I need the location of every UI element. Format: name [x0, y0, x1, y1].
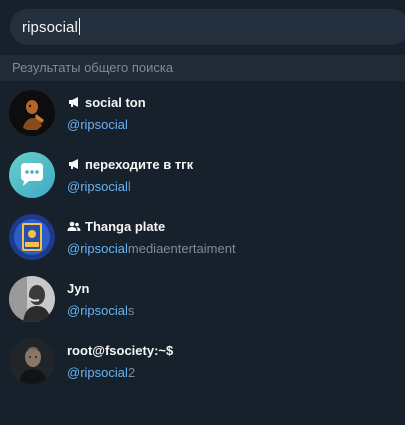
list-item[interactable]: social ton @ripsocial — [0, 82, 405, 144]
result-username: @ripsocial — [67, 117, 128, 132]
megaphone-icon — [67, 157, 81, 171]
username-match: @ripsocial — [67, 241, 128, 256]
username-rest: mediaentertaiment — [127, 241, 236, 256]
list-item[interactable]: Thanga plate @ripsocialmediaentertaiment — [0, 206, 405, 268]
username-match: @ripsocial — [67, 179, 128, 194]
text-caret — [78, 18, 80, 35]
username-match: @ripsocial — [67, 365, 128, 380]
search-query-text: ripsocial — [22, 18, 80, 36]
avatar — [9, 276, 55, 322]
group-icon — [67, 219, 81, 233]
result-title-text: переходите в тгк — [85, 156, 194, 172]
list-item[interactable]: Jyn @ripsocials — [0, 268, 405, 330]
section-header: Результаты общего поиска — [0, 55, 405, 81]
result-username: @ripsociall — [67, 179, 131, 194]
search-input[interactable]: ripsocial — [10, 9, 405, 45]
result-title-text: Jyn — [67, 280, 90, 296]
results-list: social ton @ripsocial переходите в тгк @… — [0, 82, 405, 392]
avatar — [9, 338, 55, 384]
result-title: Thanga plate — [67, 217, 165, 235]
result-username: @ripsocial2 — [67, 365, 135, 380]
result-title: Jyn — [67, 279, 89, 297]
username-match: @ripsocial — [67, 303, 128, 318]
list-item[interactable]: root@fsociety:~$ @ripsocial2 — [0, 330, 405, 392]
username-rest: l — [127, 179, 131, 194]
result-title-text: Thanga plate — [85, 218, 166, 234]
result-title: root@fsociety:~$ — [67, 341, 173, 359]
result-title: переходите в тгк — [67, 155, 193, 173]
username-rest: s — [127, 303, 135, 318]
avatar — [9, 90, 55, 136]
username-rest: 2 — [127, 365, 136, 380]
avatar — [9, 152, 55, 198]
result-title-text: root@fsociety:~$ — [67, 342, 174, 358]
result-username: @ripsocialmediaentertaiment — [67, 241, 236, 256]
search-bar: ripsocial — [0, 0, 405, 54]
result-title: social ton — [67, 93, 146, 111]
avatar — [9, 214, 55, 260]
result-title-text: social ton — [85, 94, 146, 110]
list-item[interactable]: переходите в тгк @ripsociall — [0, 144, 405, 206]
megaphone-icon — [67, 95, 81, 109]
username-match: @ripsocial — [67, 117, 128, 132]
result-username: @ripsocials — [67, 303, 134, 318]
global-search-panel: ripsocial Результаты общего поиска socia… — [0, 0, 405, 425]
